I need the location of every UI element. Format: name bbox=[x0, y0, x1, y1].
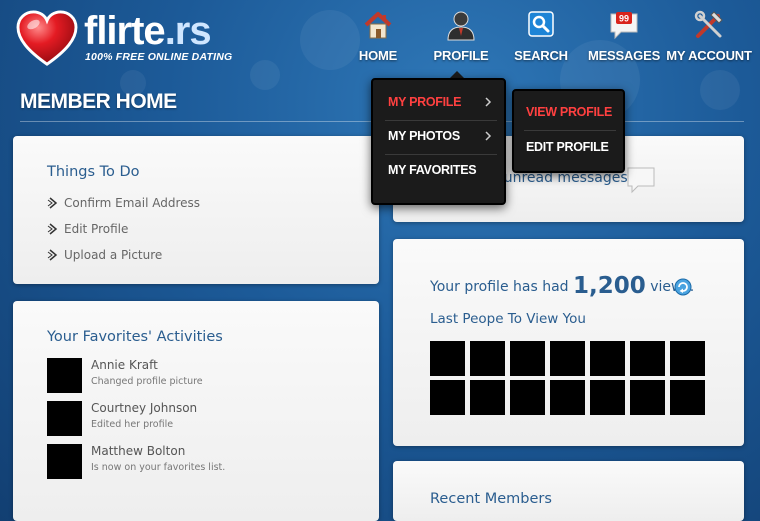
site-logo[interactable]: flirte.rs 100% FREE ONLINE DATING bbox=[16, 8, 236, 70]
home-icon bbox=[364, 12, 392, 39]
arrow-right-icon bbox=[47, 249, 58, 261]
viewer-thumbnail[interactable] bbox=[670, 380, 705, 415]
views-count: 1,200 bbox=[573, 273, 646, 299]
recent-members-title: Recent Members bbox=[430, 491, 552, 507]
nav-search[interactable]: SEARCH bbox=[496, 8, 586, 63]
profile-dropdown-menu: MY PROFILE MY PHOTOS MY FAVORITES bbox=[371, 78, 506, 205]
tools-icon bbox=[694, 10, 723, 38]
profile-views-panel: Your profile has had 1,200 views. Last P… bbox=[393, 239, 744, 446]
menu-item-edit-profile[interactable]: EDIT PROFILE bbox=[526, 140, 609, 154]
avatar[interactable] bbox=[47, 401, 82, 436]
menu-divider bbox=[524, 130, 616, 131]
viewer-thumbnail[interactable] bbox=[550, 380, 585, 415]
logo-wordmark: flirte.rs bbox=[84, 9, 212, 53]
speech-bubble-icon bbox=[627, 167, 655, 194]
chevron-right-icon bbox=[485, 97, 492, 107]
todo-item[interactable]: Upload a Picture bbox=[47, 242, 200, 268]
viewer-thumbnail[interactable] bbox=[590, 341, 625, 376]
nav-profile-label: PROFILE bbox=[433, 48, 489, 63]
favorite-name[interactable]: Courtney Johnson bbox=[91, 401, 197, 415]
arrow-right-icon bbox=[47, 197, 58, 209]
avatar[interactable] bbox=[47, 444, 82, 479]
nav-messages-label: MESSAGES bbox=[587, 48, 661, 63]
profile-views-summary: Your profile has had 1,200 views. bbox=[430, 273, 694, 299]
viewer-thumbnail[interactable] bbox=[550, 341, 585, 376]
viewer-thumbnail[interactable] bbox=[590, 380, 625, 415]
todo-item[interactable]: Confirm Email Address bbox=[47, 190, 200, 216]
favorite-activity: Edited her profile bbox=[91, 419, 174, 430]
menu-item-my-photos[interactable]: MY PHOTOS bbox=[388, 129, 460, 143]
nav-messages[interactable]: 99 MESSAGES bbox=[579, 8, 669, 63]
nav-my-account-label: MY ACCOUNT bbox=[666, 48, 752, 63]
viewer-thumbnail[interactable] bbox=[470, 341, 505, 376]
views-prefix: Your profile has had bbox=[430, 279, 569, 295]
favorites-activities-title: Your Favorites' Activities bbox=[47, 329, 223, 345]
avatar[interactable] bbox=[47, 358, 82, 393]
viewer-thumbnail[interactable] bbox=[630, 380, 665, 415]
last-viewers-title: Last Peope To View You bbox=[430, 311, 586, 327]
messages-badge: 99 bbox=[619, 14, 629, 24]
arrow-right-icon bbox=[47, 223, 58, 235]
menu-divider bbox=[385, 120, 497, 121]
refresh-icon[interactable] bbox=[674, 278, 692, 296]
todo-list: Confirm Email Address Edit Profile Uploa… bbox=[47, 190, 200, 268]
nav-home-label: HOME bbox=[358, 48, 398, 63]
nav-my-account[interactable]: MY ACCOUNT bbox=[664, 8, 754, 63]
search-icon bbox=[528, 11, 554, 37]
profile-icon bbox=[447, 11, 475, 41]
nav-home[interactable]: HOME bbox=[333, 8, 423, 63]
viewer-thumbnail[interactable] bbox=[510, 341, 545, 376]
profile-submenu: VIEW PROFILE EDIT PROFILE bbox=[512, 89, 625, 173]
viewer-thumbnail[interactable] bbox=[630, 341, 665, 376]
todo-item[interactable]: Edit Profile bbox=[47, 216, 200, 242]
nav-profile[interactable]: PROFILE bbox=[416, 8, 506, 63]
logo-tagline: 100% FREE ONLINE DATING bbox=[85, 51, 233, 63]
viewer-thumbnail[interactable] bbox=[430, 380, 465, 415]
menu-item-view-profile[interactable]: VIEW PROFILE bbox=[526, 105, 612, 119]
things-to-do-panel: Things To Do Confirm Email Address Edit … bbox=[13, 136, 379, 284]
favorite-name[interactable]: Annie Kraft bbox=[91, 358, 158, 372]
favorite-activity: Is now on your favorites list. bbox=[91, 462, 226, 473]
favorite-activity: Changed profile picture bbox=[91, 376, 203, 387]
viewer-thumbnail[interactable] bbox=[470, 380, 505, 415]
favorites-activities-panel: Your Favorites' Activities Annie Kraft C… bbox=[13, 301, 379, 521]
menu-item-my-favorites[interactable]: MY FAVORITES bbox=[388, 163, 477, 177]
chevron-right-icon bbox=[485, 131, 492, 141]
viewer-thumbnail[interactable] bbox=[510, 380, 545, 415]
menu-divider bbox=[385, 154, 497, 155]
todo-item-label: Confirm Email Address bbox=[64, 196, 201, 210]
todo-item-label: Edit Profile bbox=[64, 222, 129, 236]
things-to-do-title: Things To Do bbox=[47, 164, 140, 180]
favorite-name[interactable]: Matthew Bolton bbox=[91, 444, 185, 458]
messages-icon: 99 bbox=[610, 12, 638, 40]
viewer-thumbnail[interactable] bbox=[670, 341, 705, 376]
todo-item-label: Upload a Picture bbox=[64, 248, 163, 262]
page-title: MEMBER HOME bbox=[20, 90, 177, 113]
heart-logo-icon bbox=[16, 10, 78, 66]
nav-search-label: SEARCH bbox=[514, 48, 568, 63]
viewer-thumbnail[interactable] bbox=[430, 341, 465, 376]
menu-item-my-profile[interactable]: MY PROFILE bbox=[388, 95, 461, 109]
recent-members-panel: Recent Members bbox=[393, 461, 744, 521]
